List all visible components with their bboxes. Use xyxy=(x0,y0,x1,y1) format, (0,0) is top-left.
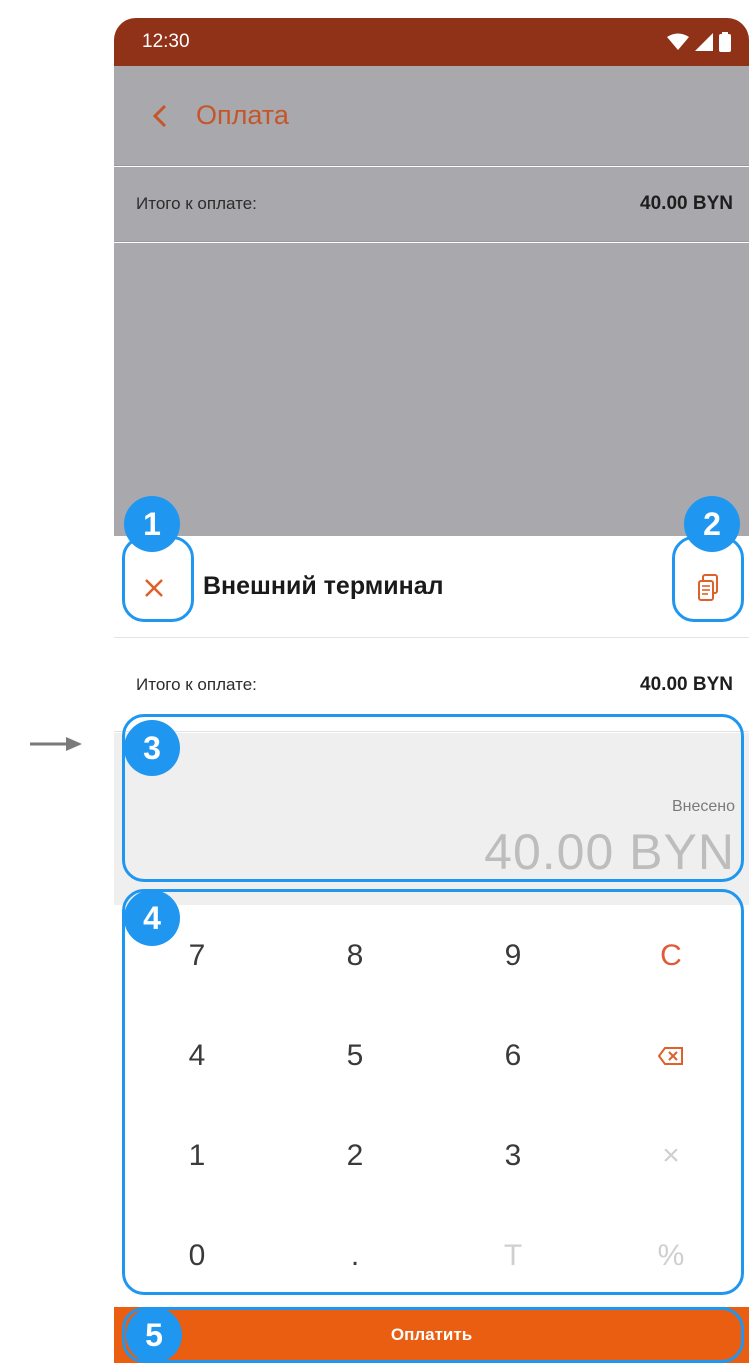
page-title: Оплата xyxy=(196,100,289,130)
key-decimal[interactable]: . xyxy=(276,1206,434,1306)
badge-2: 2 xyxy=(684,496,740,552)
pointer-arrow-icon xyxy=(30,737,82,751)
receipt-button[interactable] xyxy=(688,568,728,608)
keypad: 7 8 9 C 4 5 6 1 2 3 × 0 . T % xyxy=(114,906,749,1306)
receipt-icon xyxy=(698,574,718,601)
key-1[interactable]: 1 xyxy=(118,1106,276,1206)
badge-3: 3 xyxy=(124,720,180,776)
key-6[interactable]: 6 xyxy=(434,1006,592,1106)
sheet-total-value: 40.00 BYN xyxy=(640,674,733,695)
key-9[interactable]: 9 xyxy=(434,906,592,1006)
phone-screen: 12:30 Оплата Итого к оплате: 40.00 BYN В… xyxy=(114,18,749,1363)
key-8[interactable]: 8 xyxy=(276,906,434,1006)
background-total-label: Итого к оплате: xyxy=(136,194,257,213)
key-2[interactable]: 2 xyxy=(276,1106,434,1206)
key-t[interactable]: T xyxy=(434,1206,592,1306)
key-5[interactable]: 5 xyxy=(276,1006,434,1106)
pay-button[interactable]: Оплатить xyxy=(114,1307,749,1363)
key-multiply[interactable]: × xyxy=(592,1106,749,1206)
amount-field[interactable]: Внесено 40.00 BYN xyxy=(114,733,749,905)
sheet-total-row: Итого к оплате: 40.00 BYN xyxy=(114,639,749,732)
key-3[interactable]: 3 xyxy=(434,1106,592,1206)
badge-5: 5 xyxy=(126,1307,182,1363)
close-icon xyxy=(145,579,163,597)
key-0[interactable]: 0 xyxy=(118,1206,276,1306)
status-bar: 12:30 xyxy=(114,18,749,66)
key-percent[interactable]: % xyxy=(592,1206,749,1306)
close-button[interactable] xyxy=(132,566,176,610)
wifi-icon xyxy=(667,33,689,50)
badge-1: 1 xyxy=(124,496,180,552)
background-total-row: Итого к оплате: 40.00 BYN xyxy=(114,167,749,242)
sheet-title: Внешний терминал xyxy=(203,572,444,600)
sheet-header: Внешний терминал xyxy=(114,536,749,638)
key-clear[interactable]: C xyxy=(592,906,749,1006)
back-button[interactable] xyxy=(138,94,182,138)
key-4[interactable]: 4 xyxy=(118,1006,276,1106)
sheet-total-label: Итого к оплате: xyxy=(136,675,257,694)
app-bar: Оплата xyxy=(114,66,749,166)
background-total-value: 40.00 BYN xyxy=(640,193,733,214)
battery-icon xyxy=(719,32,731,52)
signal-icon xyxy=(695,33,713,51)
payment-sheet: Внешний терминал Итого к оплате: 40.00 B… xyxy=(114,536,749,1363)
badge-4: 4 xyxy=(124,890,180,946)
backspace-icon xyxy=(658,1047,683,1065)
key-backspace[interactable] xyxy=(592,1006,749,1106)
dim-overlay[interactable] xyxy=(114,243,749,536)
amount-label: Внесено xyxy=(671,798,735,815)
status-icons xyxy=(667,32,731,52)
chevron-left-icon xyxy=(152,104,167,127)
amount-value: 40.00 BYN xyxy=(484,824,735,880)
status-time: 12:30 xyxy=(142,31,190,52)
